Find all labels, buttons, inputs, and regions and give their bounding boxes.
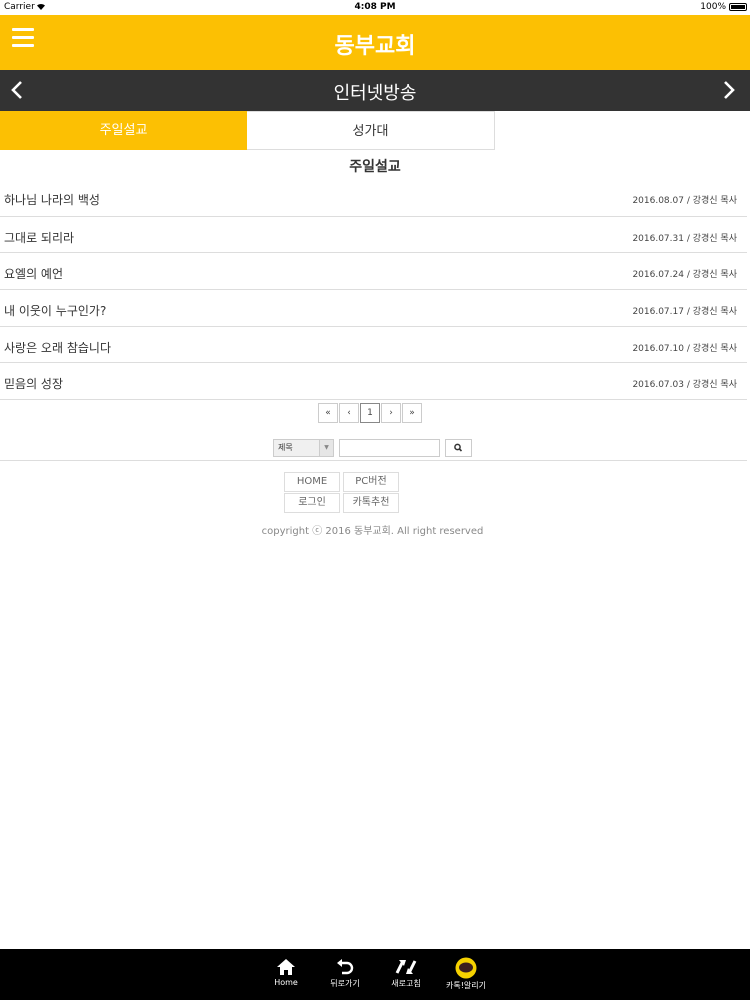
prev-page-button[interactable]: ‹ xyxy=(339,403,359,423)
pagination: « ‹ 1 › » xyxy=(318,403,423,423)
list-item[interactable]: 그대로 되리라 2016.07.31 / 강경신 목사 xyxy=(0,215,747,253)
section-navbar: 인터넷방송 xyxy=(0,70,750,111)
bottom-nav-label: 새로고침 xyxy=(391,979,421,988)
battery-icon xyxy=(729,3,747,11)
copyright-text: copyright ⓒ 2016 동부교회. All right reserve… xyxy=(261,526,484,537)
battery-percentage: 100% xyxy=(700,2,726,12)
sermon-date: 2016.07.10 xyxy=(632,343,684,354)
sermon-title[interactable]: 사랑은 오래 참습니다 xyxy=(4,339,111,356)
tab-choir[interactable]: 성가대 xyxy=(247,111,495,150)
list-item[interactable]: 믿음의 성장 2016.07.03 / 강경신 목사 xyxy=(0,362,747,399)
bottom-nav-back[interactable]: 뒤로가기 xyxy=(320,957,370,989)
list-title: 주일설교 xyxy=(349,159,401,175)
list-item[interactable]: 요엘의 예언 2016.07.24 / 강경신 목사 xyxy=(0,252,747,289)
sermon-preacher: 강경신 목사 xyxy=(692,380,737,391)
sermon-date: 2016.08.07 xyxy=(632,196,684,206)
sermon-title[interactable]: 하나님 나라의 백성 xyxy=(4,191,100,208)
footer-divider xyxy=(0,460,747,461)
section-heading: 인터넷방송 xyxy=(333,83,417,104)
sermon-date: 2016.07.31 xyxy=(632,233,684,244)
sermon-date: 2016.07.03 xyxy=(632,380,684,391)
bottom-nav-label: 카톡!알리기 xyxy=(445,981,486,990)
app-header: 동부교회 xyxy=(0,15,750,70)
sermon-date: 2016.07.24 xyxy=(632,270,684,281)
bottom-nav-label: 뒤로가기 xyxy=(330,979,360,988)
footer-home-link[interactable]: HOME xyxy=(284,472,340,492)
sermon-date: 2016.07.17 xyxy=(632,307,684,318)
sermon-preacher: 강경신 목사 xyxy=(692,196,737,206)
tab-bar: 주일설교 성가대 xyxy=(0,111,495,150)
footer-kakao-recommend-link[interactable]: 카톡추천 xyxy=(343,493,399,513)
list-item[interactable]: 내 이웃이 누구인가? 2016.07.17 / 강경신 목사 xyxy=(0,289,747,326)
sermon-preacher: 강경신 목사 xyxy=(692,307,737,318)
sermon-title[interactable]: 요엘의 예언 xyxy=(4,265,63,282)
chevron-right-icon[interactable] xyxy=(718,80,738,100)
sermon-title[interactable]: 그대로 되리라 xyxy=(4,229,74,246)
search-input[interactable] xyxy=(339,439,440,457)
sermon-meta: 2016.07.31 / 강경신 목사 xyxy=(632,233,737,244)
back-icon xyxy=(337,959,354,975)
bottom-nav-home[interactable]: Home xyxy=(261,957,311,987)
site-title[interactable]: 동부교회 xyxy=(0,28,750,60)
footer-links: HOME PC버전 로그인 카톡추천 xyxy=(284,472,402,514)
bottom-nav-label: Home xyxy=(274,978,298,987)
search-field-value: 제목 xyxy=(278,443,293,452)
sermon-title[interactable]: 믿음의 성장 xyxy=(4,375,63,392)
sermon-meta: 2016.08.07 / 강경신 목사 xyxy=(632,196,737,206)
sermon-preacher: 강경신 목사 xyxy=(692,343,737,354)
first-page-button[interactable]: « xyxy=(318,403,338,423)
list-item[interactable]: 하나님 나라의 백성 2016.08.07 / 강경신 목사 xyxy=(0,179,747,216)
status-bar: Carrier 4:08 PM 100% xyxy=(0,0,750,15)
search-field-select[interactable]: 제목 ▼ xyxy=(273,439,334,457)
clock: 4:08 PM xyxy=(354,2,396,12)
refresh-icon xyxy=(395,960,417,974)
current-page-button[interactable]: 1 xyxy=(360,403,380,423)
bottom-toolbar: Home 뒤로가기 새로고침 카톡!알리기 xyxy=(0,949,750,1000)
sermon-meta: 2016.07.03 / 강경신 목사 xyxy=(632,380,737,391)
bottom-nav-refresh[interactable]: 새로고침 xyxy=(381,957,431,989)
list-item[interactable]: 사랑은 오래 참습니다 2016.07.10 / 강경신 목사 xyxy=(0,325,747,363)
sermon-title[interactable]: 내 이웃이 누구인가? xyxy=(4,302,106,319)
bottom-nav-kakaotalk[interactable]: 카톡!알리기 xyxy=(439,957,493,991)
kakaotalk-icon xyxy=(455,957,477,979)
sermon-meta: 2016.07.10 / 강경신 목사 xyxy=(632,343,737,354)
last-page-button[interactable]: » xyxy=(402,403,422,423)
footer-login-link[interactable]: 로그인 xyxy=(284,493,340,513)
search-icon xyxy=(454,443,463,452)
footer-pc-version-link[interactable]: PC버전 xyxy=(343,472,399,492)
search-button[interactable] xyxy=(445,439,472,457)
sermon-preacher: 강경신 목사 xyxy=(692,270,737,281)
search-form: 제목 ▼ xyxy=(273,439,472,457)
sermon-meta: 2016.07.24 / 강경신 목사 xyxy=(632,270,737,281)
tab-sunday-sermon[interactable]: 주일설교 xyxy=(0,111,247,150)
sermon-preacher: 강경신 목사 xyxy=(692,233,737,244)
chevron-down-icon: ▼ xyxy=(319,440,333,456)
sermon-meta: 2016.07.17 / 강경신 목사 xyxy=(632,307,737,318)
sermon-list: 하나님 나라의 백성 2016.08.07 / 강경신 목사 그대로 되리라 2… xyxy=(0,179,747,401)
next-page-button[interactable]: › xyxy=(381,403,401,423)
home-icon xyxy=(277,959,295,975)
